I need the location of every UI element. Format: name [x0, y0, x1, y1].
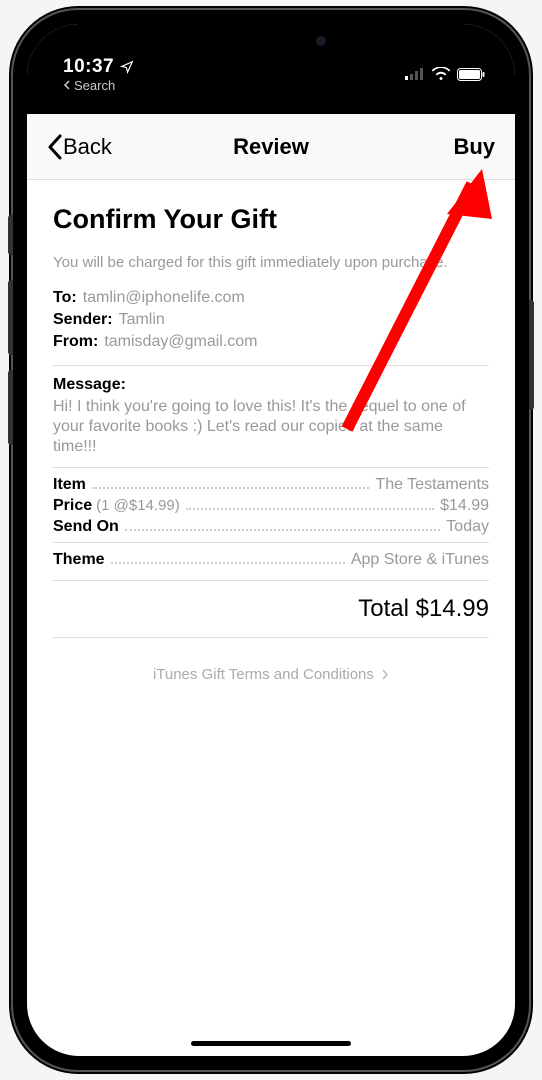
page-subtitle: You will be charged for this gift immedi… [53, 253, 489, 273]
nav-bar: Back Review Buy [27, 114, 515, 180]
back-to-app[interactable]: Search [63, 78, 115, 93]
theme-label: Theme [53, 551, 105, 569]
status-time: 10:37 [63, 56, 114, 78]
notch [166, 24, 376, 58]
price-value: $14.99 [440, 497, 489, 515]
home-indicator[interactable] [191, 1041, 351, 1046]
location-icon [120, 60, 134, 74]
to-value: tamlin@iphonelife.com [83, 289, 245, 307]
message-text: Hi! I think you're going to love this! I… [53, 397, 489, 457]
theme-value: App Store & iTunes [351, 551, 489, 569]
price-label: Price [53, 497, 92, 515]
back-button[interactable]: Back [47, 134, 112, 160]
sendon-value: Today [446, 518, 489, 536]
terms-link[interactable]: iTunes Gift Terms and Conditions [53, 638, 489, 711]
caret-left-icon [63, 80, 71, 90]
power-button [529, 300, 534, 410]
dotted-leader [92, 487, 370, 489]
sender-value: Tamlin [119, 311, 165, 329]
back-to-app-label: Search [74, 78, 115, 93]
terms-label: iTunes Gift Terms and Conditions [153, 666, 374, 683]
total-row: Total $14.99 [53, 581, 489, 638]
chevron-left-icon [47, 134, 63, 160]
item-label: Item [53, 476, 86, 494]
from-label: From: [53, 333, 98, 351]
from-value: tamisday@gmail.com [104, 333, 257, 351]
dotted-leader [186, 508, 434, 510]
recipient-block: To: tamlin@iphonelife.com Sender: Tamlin… [53, 289, 489, 366]
to-label: To: [53, 289, 77, 307]
buy-button[interactable]: Buy [453, 134, 495, 160]
total-label: Total [358, 595, 409, 622]
dotted-leader [125, 529, 441, 531]
price-sub: (1 @$14.99) [96, 497, 180, 514]
message-block: Message: Hi! I think you're going to lov… [53, 366, 489, 468]
content: Confirm Your Gift You will be charged fo… [27, 180, 515, 1056]
wifi-icon [431, 67, 451, 81]
mute-switch [8, 215, 13, 255]
order-block: Item The Testaments Price (1 @$14.99) $1… [53, 468, 489, 536]
chevron-right-icon [381, 669, 389, 680]
sendon-label: Send On [53, 518, 119, 536]
item-value: The Testaments [375, 476, 489, 494]
message-label: Message: [53, 376, 489, 394]
device-frame: 10:37 Search [13, 10, 529, 1070]
page-title: Confirm Your Gift [53, 204, 489, 235]
back-label: Back [63, 134, 112, 160]
battery-icon [457, 68, 485, 81]
cellular-icon [405, 68, 425, 80]
theme-block: Theme App Store & iTunes [53, 542, 489, 581]
volume-down-button [8, 370, 13, 445]
sender-label: Sender: [53, 311, 113, 329]
dotted-leader [111, 562, 345, 564]
screen: 10:37 Search [27, 24, 515, 1056]
volume-up-button [8, 280, 13, 355]
total-value: $14.99 [416, 595, 489, 622]
